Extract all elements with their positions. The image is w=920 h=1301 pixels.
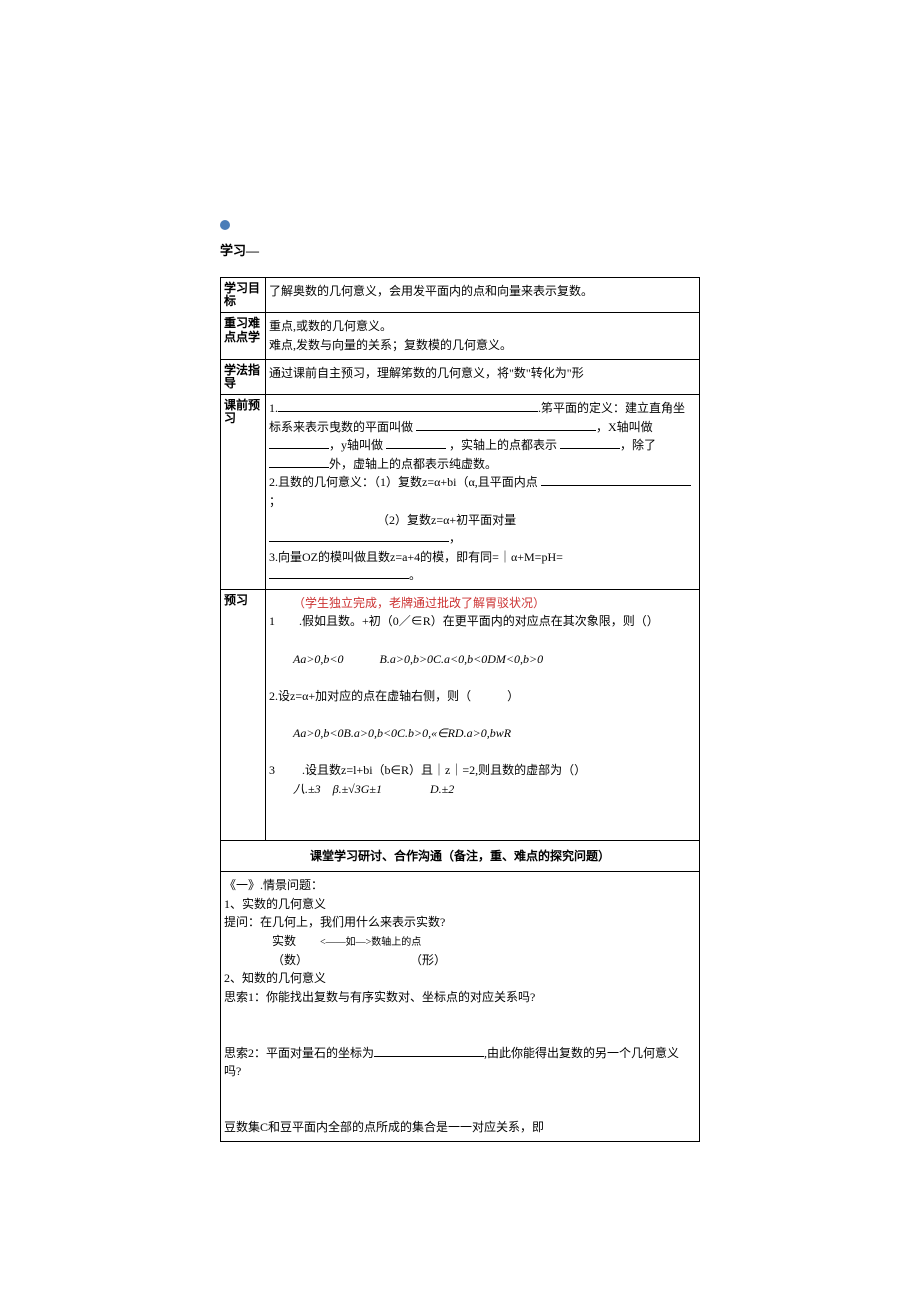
row5-header: 预习	[221, 589, 266, 840]
b-p2: 1、实数的几何意义	[224, 897, 326, 911]
r4-1c: ，X轴叫做	[596, 420, 653, 434]
b-p7: 思索1：你能找出复数与有序实数对、坐标点的对应关系吗?	[224, 990, 535, 1004]
r4-3b: 。	[409, 568, 421, 582]
row1-header: 学习目标	[221, 278, 266, 313]
r5-q3-opts: 八.±3 β.±√3G±1 D.±2	[269, 780, 696, 799]
b-p1: 《一》.情景问题：	[224, 878, 323, 892]
blank	[269, 455, 329, 468]
b-p5b: （形）	[308, 953, 446, 967]
b-p4a: 实数	[224, 934, 296, 948]
r4-1e: ，实轴上的点都表示	[446, 438, 557, 452]
r4-2c: （2）复数z=α+初平面对量	[269, 513, 516, 527]
bottom-content: 《一》.情景问题： 1、实数的几何意义 提问：在几何上，我们用什么来表示实数? …	[221, 872, 700, 1141]
b-p5a: （数）	[224, 953, 308, 967]
row2-header: 重习难点点学	[221, 313, 266, 359]
blank	[541, 473, 691, 486]
r5-q1-opts: Aa>0,b<0 B.a>0,b>0C.a<0,b<0DM<0,b>0	[269, 650, 696, 669]
row4-content: 1..笫平面的定义：建立直角坐标系来表示曳数的平面叫做 ，X轴叫做 ，y轴叫做 …	[266, 394, 700, 589]
blank	[269, 436, 329, 449]
r4-1a: 1.	[269, 401, 278, 415]
r4-2d: ，	[449, 531, 461, 545]
row1-content: 了解奥数的几何意义，会用发平面内的点和向量来表示复数。	[266, 278, 700, 313]
section-divider: 课堂学习研讨、合作沟通（备注，重、难点的探究问题）	[221, 840, 700, 872]
r4-1f: ，除了	[620, 438, 656, 452]
row4-header: 课前预习	[221, 394, 266, 589]
r4-3a: 3.向量OZ的模叫做且数z=a+4的模，即有同=｜α+M=pH=	[269, 550, 563, 564]
b-p8a: 思索2：平面对量石的坐标为	[224, 1046, 374, 1060]
b-p6: 2、知数的几何意义	[224, 971, 326, 985]
b-p4b: <——如—>数轴上的点	[320, 937, 421, 948]
row3-header: 学法指导	[221, 359, 266, 394]
r4-1d: ，y轴叫做	[329, 438, 383, 452]
r4-2a: 2.且数的几何意义：（1）复数z=α+bi（α,且平面内点	[269, 475, 538, 489]
blank	[269, 529, 449, 542]
r5-q1: 1 .假如且数。+初（0／∈R）在更平面内的对应点在其次象限，则（）	[269, 614, 659, 628]
r5-q3: 3 .设且数z=l+bi（b∈R）且｜z｜=2,则且数的虚部为（）	[269, 763, 586, 777]
row5-content: （学生独立完成，老牌通过批改了解胃驳状况） 1 .假如且数。+初（0／∈R）在更…	[266, 589, 700, 840]
r5-q2: 2.设z=α+加对应的点在虚轴右侧，则（ ）	[269, 689, 519, 703]
lesson-table: 学习目标 了解奥数的几何意义，会用发平面内的点和向量来表示复数。 重习难点点学 …	[220, 277, 700, 1142]
blank	[374, 1044, 484, 1057]
r4-1g: 外，虚轴上的点都表示纯虚数。	[329, 457, 497, 471]
row2-content: 重点,或数的几何意义。 难点,发数与向量的关系；复数模的几何意义。	[266, 313, 700, 359]
blank	[386, 436, 446, 449]
row3-content: 通过课前自主预习，理解笫数的几何意义，将"数"转化为"形	[266, 359, 700, 394]
page-title: 学习—	[220, 240, 700, 259]
blank	[278, 399, 538, 412]
blank	[269, 566, 409, 579]
bullet-icon	[220, 220, 230, 230]
r4-2b: ；	[269, 494, 281, 508]
blank	[560, 436, 620, 449]
blank	[416, 418, 596, 431]
b-p3: 提问：在几何上，我们用什么来表示实数?	[224, 915, 445, 929]
row2-line1: 重点,或数的几何意义。	[269, 319, 392, 333]
r5-red: （学生独立完成，老牌通过批改了解胃驳状况）	[269, 594, 696, 613]
row2-line2: 难点,发数与向量的关系；复数模的几何意义。	[269, 338, 512, 352]
r5-q2-opts: Aa>0,b<0B.a>0,b<0C.b>0,«∈RD.a>0,bwR	[269, 724, 696, 743]
b-p9: 豆数集C和豆平面内全部的点所成的集合是一一对应关系，即	[224, 1120, 544, 1134]
